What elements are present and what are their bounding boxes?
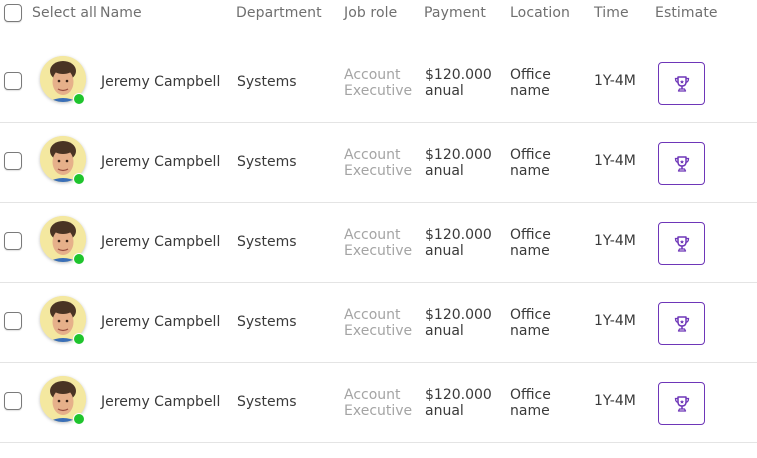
time-value: 1Y-4M (594, 393, 636, 409)
online-status-icon (73, 413, 85, 425)
column-header-location[interactable]: Location (510, 5, 570, 21)
online-status-icon (73, 173, 85, 185)
trophy-icon (674, 395, 689, 412)
location-value: Office name (510, 147, 551, 179)
payment-value: $120.000 anual (425, 67, 492, 99)
row-checkbox[interactable] (4, 312, 22, 330)
location-value: Office name (510, 387, 551, 419)
table-row[interactable]: Jeremy Campbell Systems Account Executive… (0, 42, 757, 123)
avatar (40, 296, 88, 345)
table-header: Select all Name Department Job role Paym… (0, 0, 757, 30)
employee-name[interactable]: Jeremy Campbell (101, 394, 220, 410)
time-value: 1Y-4M (594, 73, 636, 89)
row-checkbox[interactable] (4, 72, 22, 90)
payment-value: $120.000 anual (425, 307, 492, 339)
avatar (40, 136, 88, 185)
job-role-value: Account Executive (344, 227, 413, 259)
column-header-job-role[interactable]: Job role (344, 5, 397, 21)
column-header-payment[interactable]: Payment (424, 5, 486, 21)
department-value: Systems (237, 394, 297, 410)
employee-name[interactable]: Jeremy Campbell (101, 154, 220, 170)
location-value: Office name (510, 307, 551, 339)
avatar (40, 376, 88, 425)
job-role-value: Account Executive (344, 387, 413, 419)
department-value: Systems (237, 234, 297, 250)
row-checkbox[interactable] (4, 152, 22, 170)
employee-name[interactable]: Jeremy Campbell (101, 74, 220, 90)
job-role-value: Account Executive (344, 67, 413, 99)
select-all-checkbox[interactable] (4, 4, 22, 22)
row-checkbox[interactable] (4, 232, 22, 250)
payment-value: $120.000 anual (425, 227, 492, 259)
department-value: Systems (237, 154, 297, 170)
estimate-button[interactable] (658, 142, 705, 185)
payment-value: $120.000 anual (425, 387, 492, 419)
location-value: Office name (510, 67, 551, 99)
time-value: 1Y-4M (594, 233, 636, 249)
online-status-icon (73, 253, 85, 265)
employee-name[interactable]: Jeremy Campbell (101, 314, 220, 330)
online-status-icon (73, 93, 85, 105)
trophy-icon (674, 235, 689, 252)
online-status-icon (73, 333, 85, 345)
avatar (40, 56, 88, 105)
job-role-value: Account Executive (344, 147, 413, 179)
department-value: Systems (237, 74, 297, 90)
table-row[interactable]: Jeremy Campbell Systems Account Executive… (0, 122, 757, 203)
avatar (40, 216, 88, 265)
column-header-estimate[interactable]: Estimate (655, 5, 718, 21)
estimate-button[interactable] (658, 62, 705, 105)
table-row[interactable]: Jeremy Campbell Systems Account Executive… (0, 362, 757, 443)
location-value: Office name (510, 227, 551, 259)
trophy-icon (674, 75, 689, 92)
table-row[interactable]: Jeremy Campbell Systems Account Executive… (0, 282, 757, 363)
time-value: 1Y-4M (594, 313, 636, 329)
estimate-button[interactable] (658, 302, 705, 345)
department-value: Systems (237, 314, 297, 330)
trophy-icon (674, 155, 689, 172)
table-row[interactable]: Jeremy Campbell Systems Account Executive… (0, 202, 757, 283)
trophy-icon (674, 315, 689, 332)
employee-name[interactable]: Jeremy Campbell (101, 234, 220, 250)
column-header-name[interactable]: Name (100, 5, 142, 21)
payment-value: $120.000 anual (425, 147, 492, 179)
time-value: 1Y-4M (594, 153, 636, 169)
row-checkbox[interactable] (4, 392, 22, 410)
estimate-button[interactable] (658, 222, 705, 265)
column-header-department[interactable]: Department (236, 5, 322, 21)
job-role-value: Account Executive (344, 307, 413, 339)
column-header-time[interactable]: Time (594, 5, 629, 21)
estimate-button[interactable] (658, 382, 705, 425)
select-all-label[interactable]: Select all (32, 5, 97, 21)
